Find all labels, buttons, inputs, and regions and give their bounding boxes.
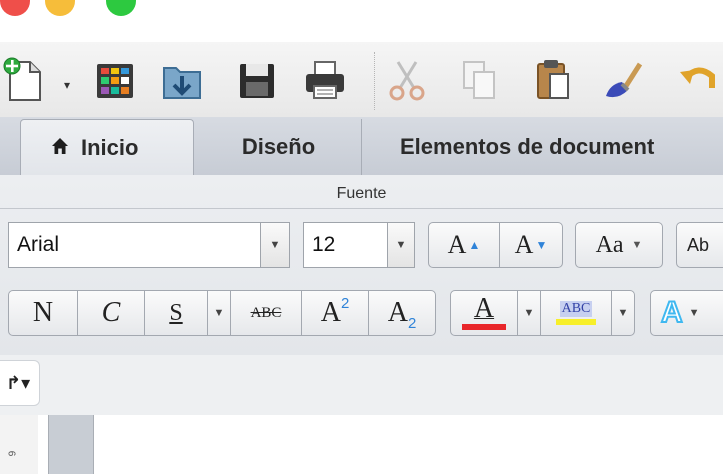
subscript-button[interactable]: A 2 (368, 290, 436, 336)
chevron-down-icon: ▼ (269, 239, 281, 251)
document-area[interactable] (0, 415, 723, 474)
superscript-button[interactable]: A 2 (301, 290, 369, 336)
print-button[interactable] (302, 54, 348, 106)
save-button[interactable] (234, 54, 280, 106)
home-icon (51, 135, 69, 161)
font-color-dropdown[interactable]: ▼ (517, 290, 541, 336)
highlight-dropdown[interactable]: ▼ (611, 290, 635, 336)
text-effects-button[interactable]: A ▼ (650, 290, 723, 336)
grow-font-letter: A (447, 230, 467, 259)
underline-button[interactable]: S (144, 290, 208, 336)
chevron-down-icon: ▼ (395, 239, 407, 251)
font-name-field[interactable]: Arial (8, 222, 261, 268)
font-group-title: Fuente (336, 185, 387, 202)
undo-icon (680, 67, 715, 88)
cut-icon (389, 61, 425, 101)
subscript-letter: A (387, 297, 408, 328)
secondary-bar (0, 355, 723, 415)
highlight-button[interactable]: ABC (540, 290, 612, 336)
font-color-swatch (462, 324, 506, 330)
open-button[interactable] (160, 54, 206, 106)
cut-button[interactable] (384, 54, 430, 106)
copy-icon (463, 61, 495, 99)
clear-formatting-button[interactable]: Ab (676, 222, 723, 268)
format-painter-icon (606, 62, 643, 98)
font-color-button[interactable]: A (450, 290, 518, 336)
font-size-dropdown[interactable]: ▼ (387, 222, 415, 268)
print-icon (306, 61, 344, 99)
toolbar-separator (374, 52, 376, 110)
italic-button[interactable]: C (77, 290, 145, 336)
arrange-tool-button[interactable]: ↱▾ (0, 360, 40, 406)
tab-inicio-label: Inicio (81, 134, 139, 160)
new-document-button[interactable] (2, 54, 48, 106)
bold-button[interactable]: N (8, 290, 78, 336)
tab-elementos-label: Elementos de document (400, 134, 655, 159)
chevron-down-icon: ▼ (631, 239, 643, 251)
templates-gallery-icon (97, 64, 133, 98)
zoom-window-button[interactable] (106, 0, 136, 16)
group-title-divider (0, 208, 723, 209)
new-document-icon (3, 57, 41, 101)
paste-icon (537, 60, 569, 99)
change-case-button[interactable]: Aa ▼ (575, 222, 663, 268)
change-case-label: Aa (595, 231, 624, 258)
shrink-font-button[interactable]: A ▼ (499, 222, 563, 268)
grow-font-button[interactable]: A ▲ (428, 222, 500, 268)
tab-diseno[interactable]: Diseño (196, 119, 362, 175)
font-size-field[interactable]: 12 (303, 222, 388, 268)
chevron-down-icon: ▼ (213, 307, 225, 319)
superscript-exponent: 2 (340, 294, 350, 312)
underline-dropdown[interactable]: ▼ (207, 290, 231, 336)
format-painter-button[interactable] (600, 54, 646, 106)
tab-inicio[interactable]: Inicio (20, 119, 194, 175)
vertical-ruler (0, 415, 38, 474)
arrow-up-icon: ▲ (468, 237, 481, 252)
copy-button[interactable] (456, 54, 502, 106)
strikethrough-button[interactable]: ABC (230, 290, 302, 336)
templates-gallery-button[interactable] (92, 54, 138, 106)
page-margin-bar (48, 415, 94, 474)
subscript-exponent: 2 (407, 314, 417, 332)
save-icon (240, 64, 274, 98)
chevron-down-icon: ▼ (617, 307, 629, 319)
ruler-number: 6 (5, 450, 17, 457)
font-name-dropdown[interactable]: ▼ (260, 222, 290, 268)
new-document-dropdown[interactable]: ▾ (64, 78, 70, 92)
minimize-window-button[interactable] (45, 0, 75, 16)
highlight-swatch (556, 319, 596, 325)
text-effects-letter: A (660, 295, 684, 330)
clear-formatting-label: Ab (687, 234, 710, 255)
arrow-down-icon: ▼ (535, 237, 548, 252)
font-color-letter: A (473, 293, 495, 324)
shrink-font-letter: A (514, 230, 534, 259)
superscript-letter: A (320, 297, 341, 328)
tab-elementos-de-documento[interactable]: Elementos de document (364, 119, 723, 175)
chevron-down-icon: ▼ (688, 307, 700, 319)
undo-button[interactable] (676, 54, 723, 106)
chevron-down-icon: ▼ (523, 307, 535, 319)
highlight-text: ABC (559, 301, 593, 317)
tab-diseno-label: Diseño (241, 134, 316, 159)
open-icon (163, 67, 201, 99)
close-window-button[interactable] (0, 0, 30, 16)
title-bar (0, 0, 723, 42)
paste-button[interactable] (530, 54, 576, 106)
